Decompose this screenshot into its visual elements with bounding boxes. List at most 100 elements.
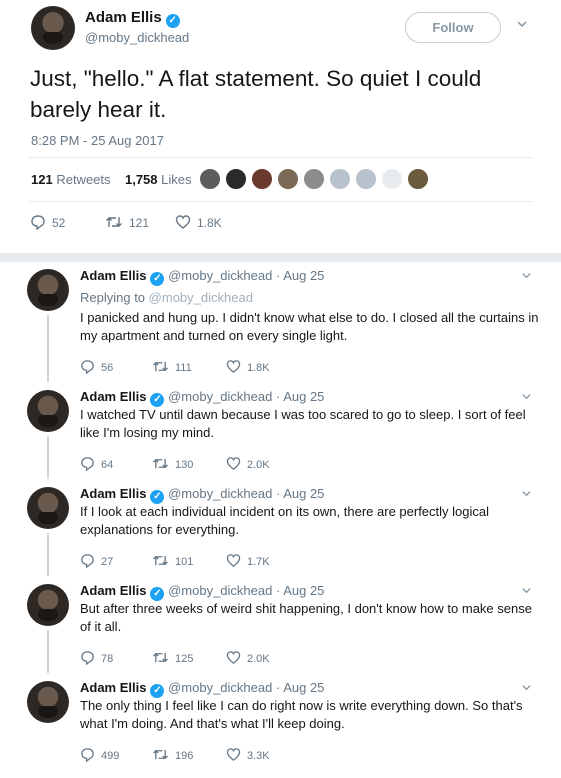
chevron-down-icon[interactable] [521, 682, 532, 696]
replying-to: Replying to @moby_dickhead [80, 290, 253, 305]
reply-button[interactable]: 52 [30, 214, 66, 231]
reply-button[interactable]: 56 [80, 359, 114, 375]
liker-avatar[interactable] [329, 168, 351, 190]
author-handle[interactable]: @moby_dickhead [85, 30, 189, 45]
like-button[interactable]: 1.8K [175, 214, 222, 230]
reply-button[interactable]: 27 [80, 553, 113, 569]
tweet-text: Just, "hello." A flat statement. So quie… [30, 66, 482, 122]
reply-date[interactable]: Aug 25 [283, 486, 324, 501]
liker-avatar[interactable] [251, 168, 273, 190]
reply-date[interactable]: Aug 25 [283, 583, 324, 598]
retweet-button[interactable]: 111 [152, 359, 192, 374]
thread-connector [47, 436, 49, 479]
reply-tweet[interactable]: Adam Ellis ✓ @moby_dickhead · Aug 25 If I… [0, 479, 561, 576]
reply-text: I watched TV until dawn because I was to… [80, 407, 526, 440]
heart-icon [226, 360, 241, 373]
liker-avatar[interactable] [199, 168, 221, 190]
reply-button[interactable]: 499 [80, 747, 119, 763]
like-button[interactable]: 2.0K [226, 650, 270, 665]
retweet-icon [153, 361, 168, 372]
thread-divider [0, 253, 561, 262]
author-name[interactable]: Adam Ellis [80, 680, 146, 695]
reply-text: But after three weeks of weird shit happ… [80, 601, 532, 634]
retweet-button[interactable]: 196 [152, 747, 193, 762]
retweet-count: 196 [175, 750, 194, 762]
reply-tweet[interactable]: Adam Ellis ✓ @moby_dickhead · Aug 25 Repl… [0, 262, 561, 382]
replying-to-link[interactable]: @moby_dickhead [149, 290, 253, 305]
retweet-button[interactable]: 125 [152, 650, 193, 665]
avatar[interactable] [27, 584, 69, 626]
retweet-button[interactable]: 130 [152, 456, 193, 471]
verified-icon: ✓ [150, 393, 165, 407]
author-name[interactable]: Adam Ellis [80, 389, 146, 404]
thread-connector [47, 533, 49, 576]
liker-avatar[interactable] [303, 168, 325, 190]
author-handle[interactable]: @moby_dickhead [168, 389, 272, 404]
tweet-timestamp[interactable]: 8:28 PM - 25 Aug 2017 [31, 133, 164, 148]
chevron-down-icon[interactable] [521, 488, 532, 502]
verified-icon: ✓ [150, 272, 165, 286]
reply-button[interactable]: 78 [80, 650, 114, 666]
reply-count: 52 [52, 216, 66, 230]
reply-date[interactable]: Aug 25 [283, 389, 324, 404]
retweet-count: 125 [175, 653, 194, 665]
author-name[interactable]: Adam Ellis [85, 9, 162, 26]
avatar[interactable] [27, 390, 69, 432]
like-button[interactable]: 2.0K [226, 456, 270, 471]
author-handle[interactable]: @moby_dickhead [168, 680, 272, 695]
retweet-button[interactable]: 101 [152, 553, 193, 568]
divider [28, 201, 533, 202]
reply-text: I panicked and hung up. I didn't know wh… [80, 310, 539, 343]
verified-icon: ✓ [150, 684, 165, 698]
reply-tweet[interactable]: Adam Ellis ✓ @moby_dickhead · Aug 25 The … [0, 673, 561, 778]
chevron-down-icon[interactable] [515, 18, 529, 32]
follow-button[interactable]: Follow [405, 12, 501, 43]
like-count: 3.3K [247, 750, 270, 762]
avatar[interactable] [31, 6, 75, 50]
reply-tweet[interactable]: Adam Ellis ✓ @moby_dickhead · Aug 25 But … [0, 576, 561, 673]
chevron-down-icon[interactable] [521, 585, 532, 599]
reply-tweet[interactable]: Adam Ellis ✓ @moby_dickhead · Aug 25 I wa… [0, 382, 561, 479]
author-name[interactable]: Adam Ellis [80, 583, 146, 598]
reply-button[interactable]: 64 [80, 456, 113, 472]
reply-count: 56 [101, 362, 114, 374]
reply-date[interactable]: Aug 25 [283, 268, 324, 283]
chevron-down-icon[interactable] [521, 270, 532, 284]
like-button[interactable]: 3.3K [226, 747, 270, 762]
author-handle[interactable]: @moby_dickhead [168, 268, 272, 283]
liker-avatar[interactable] [277, 168, 299, 190]
heart-icon [226, 554, 241, 567]
liker-avatar[interactable] [355, 168, 377, 190]
reply-icon [81, 554, 94, 569]
retweet-icon [153, 458, 168, 469]
reply-count: 78 [101, 653, 114, 665]
avatar[interactable] [27, 269, 69, 311]
retweet-icon [153, 652, 168, 663]
heart-icon [175, 215, 191, 229]
author-name-row[interactable]: Adam Ellis ✓ [85, 9, 180, 28]
like-button[interactable]: 1.8K [226, 359, 270, 374]
retweet-button[interactable]: 121 [105, 214, 149, 230]
author-name[interactable]: Adam Ellis [80, 486, 146, 501]
like-count: 1.7K [247, 556, 270, 568]
like-count: 1.8K [197, 216, 222, 230]
author-handle[interactable]: @moby_dickhead [168, 583, 272, 598]
liker-avatar[interactable] [407, 168, 429, 190]
reply-icon [81, 457, 94, 472]
reply-text: If I look at each individual incident on… [80, 504, 490, 537]
avatar[interactable] [27, 681, 69, 723]
liker-avatar[interactable] [381, 168, 403, 190]
like-button[interactable]: 1.7K [226, 553, 270, 568]
reply-date[interactable]: Aug 25 [283, 680, 324, 695]
chevron-down-icon[interactable] [521, 391, 532, 405]
liker-avatar[interactable] [225, 168, 247, 190]
thread-connector [47, 630, 49, 673]
avatar[interactable] [27, 487, 69, 529]
retweets-stat[interactable]: 121 Retweets [31, 172, 111, 187]
author-name[interactable]: Adam Ellis [80, 268, 146, 283]
reply-header: Adam Ellis ✓ @moby_dickhead · Aug 25 [80, 583, 325, 601]
reply-header: Adam Ellis ✓ @moby_dickhead · Aug 25 [80, 389, 325, 407]
author-handle[interactable]: @moby_dickhead [168, 486, 272, 501]
likes-stat[interactable]: 1,758 Likes [125, 172, 192, 187]
reply-icon [31, 215, 45, 231]
